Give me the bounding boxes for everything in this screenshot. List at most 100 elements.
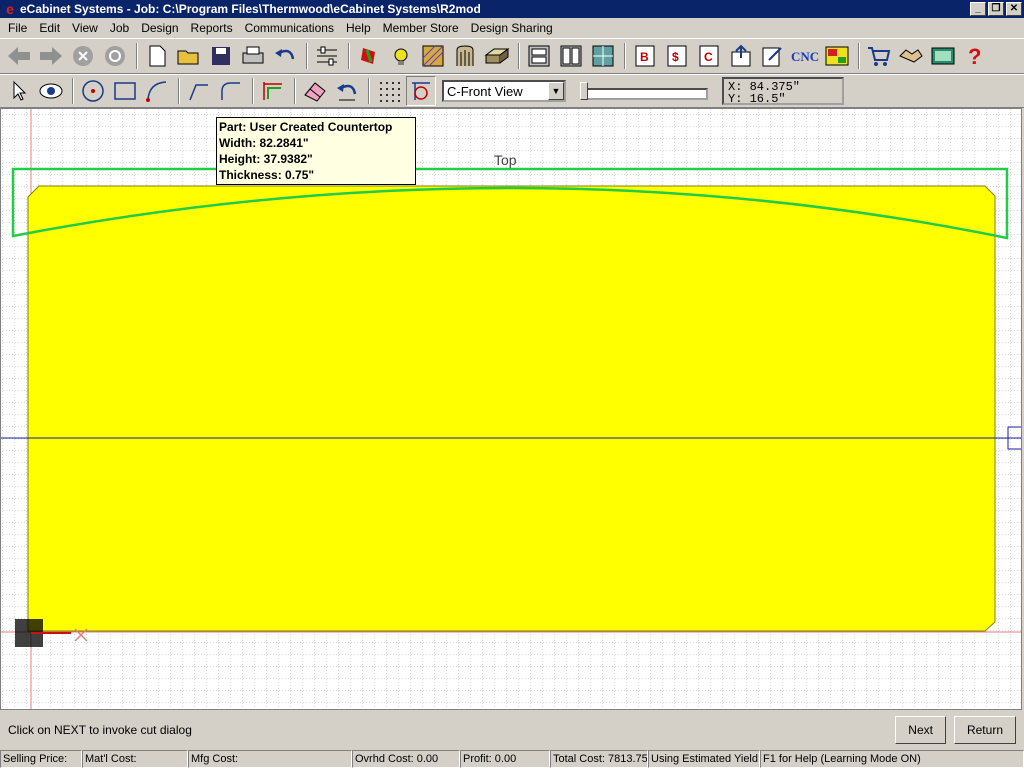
menu-bar: File Edit View Job Design Reports Commun… [0,18,1024,38]
forward-arrow-icon[interactable] [36,41,66,71]
status-help: F1 for Help (Learning Mode ON) [760,750,1024,768]
molding-icon[interactable] [450,41,480,71]
report-edit-icon[interactable] [758,41,788,71]
toolbar-separator [178,78,180,104]
chevron-down-icon[interactable]: ▼ [548,82,564,100]
status-total-cost: Total Cost: 7813.75 [550,750,648,768]
toolbar-separator [252,78,254,104]
status-yield: Using Estimated Yield [648,750,760,768]
eraser-icon[interactable] [300,76,330,106]
open-folder-icon[interactable] [174,41,204,71]
slider-thumb[interactable] [580,82,588,100]
layout-icon[interactable] [588,41,618,71]
menu-edit[interactable]: Edit [33,18,66,38]
toolbar-separator [348,43,350,69]
menu-communications[interactable]: Communications [239,18,340,38]
drawing-canvas[interactable] [0,108,1022,710]
material-icon[interactable] [354,41,384,71]
toolbar-separator [72,78,74,104]
menu-job[interactable]: Job [104,18,135,38]
title-bar: e eCabinet Systems - Job: C:\Program Fil… [0,0,1024,18]
status-ovrhd-cost: Ovrhd Cost: 0.00 [352,750,460,768]
nesting-icon[interactable] [822,41,852,71]
restore-button[interactable]: ❐ [988,2,1004,16]
tooltip-part: Part: User Created Countertop [219,120,393,134]
cabinet-icon[interactable] [524,41,554,71]
back-arrow-icon[interactable] [4,41,34,71]
rectangle-tool-icon[interactable] [110,76,140,106]
select-pointer-icon[interactable] [4,76,34,106]
handshake-icon[interactable] [896,41,926,71]
zoom-slider[interactable] [578,80,712,102]
toolbar-separator [294,78,296,104]
arc-tool-icon[interactable] [142,76,172,106]
status-matl-cost: Mat'l Cost: [82,750,188,768]
countertop-icon[interactable] [482,41,512,71]
top-edge-label: Top [494,152,517,168]
menu-reports[interactable]: Reports [185,18,239,38]
grid-icon[interactable] [374,76,404,106]
lighting-icon[interactable] [386,41,416,71]
status-profit: Profit: 0.00 [460,750,550,768]
toolbar-separator [368,78,370,104]
main-toolbar: B $ C CNC ? [0,38,1024,74]
svg-text:C: C [704,50,713,64]
hint-text: Click on NEXT to invoke cut dialog [8,723,192,737]
menu-view[interactable]: View [66,18,104,38]
dimension-tool-icon[interactable] [258,76,288,106]
texture-icon[interactable] [418,41,448,71]
menu-design[interactable]: Design [135,18,184,38]
properties-icon[interactable] [312,41,342,71]
toolbar-separator [624,43,626,69]
coord-y: Y: 16.5" [728,92,786,106]
canvas-drawing [1,109,1021,709]
svg-text:CNC: CNC [791,49,819,64]
close-button[interactable]: ✕ [1006,2,1022,16]
line-tool-icon[interactable] [184,76,214,106]
menu-member-store[interactable]: Member Store [377,18,465,38]
menu-file[interactable]: File [2,18,33,38]
bill-of-materials-icon[interactable]: B [630,41,660,71]
shopping-cart-icon[interactable] [864,41,894,71]
menu-design-sharing[interactable]: Design Sharing [465,18,559,38]
upload-icon[interactable] [726,41,756,71]
action-panel: Click on NEXT to invoke cut dialog Next … [0,710,1024,750]
eye-icon[interactable] [36,76,66,106]
help-icon[interactable]: ? [960,41,990,71]
status-selling-price: Selling Price: [0,750,82,768]
svg-text:B: B [640,50,649,64]
stop-icon[interactable] [68,41,98,71]
circle-tool-icon[interactable] [78,76,108,106]
cabinet-double-icon[interactable] [556,41,586,71]
return-button[interactable]: Return [953,716,1016,744]
view-select[interactable]: C-Front View ▼ [442,80,566,102]
slider-track [582,88,708,100]
render-icon[interactable] [928,41,958,71]
part-info-tooltip: Part: User Created Countertop Width: 82.… [216,117,416,185]
countertop-part[interactable] [27,185,996,632]
snap-icon[interactable] [406,76,436,106]
save-icon[interactable] [206,41,236,71]
view-select-value: C-Front View [447,83,523,99]
menu-help[interactable]: Help [340,18,377,38]
toolbar-separator [518,43,520,69]
drawing-toolbar: C-Front View ▼ X: 84.375" Y: 16.5" [0,74,1024,108]
undo-drawing-icon[interactable] [332,76,362,106]
cnc-icon[interactable]: CNC [790,41,820,71]
window-title: eCabinet Systems - Job: C:\Program Files… [20,2,481,16]
toolbar-separator [858,43,860,69]
next-button[interactable]: Next [895,716,946,744]
fillet-tool-icon[interactable] [216,76,246,106]
toolbar-separator [136,43,138,69]
tooltip-height: Height: 37.9382" [219,152,313,166]
new-file-icon[interactable] [142,41,172,71]
app-icon: e [6,1,14,17]
status-mfg-cost: Mfg Cost: [188,750,352,768]
refresh-icon[interactable] [100,41,130,71]
coordinate-readout: X: 84.375" Y: 16.5" [722,77,844,105]
minimize-button[interactable]: _ [970,2,986,16]
pricing-icon[interactable]: $ [662,41,692,71]
print-icon[interactable] [238,41,268,71]
cutlist-icon[interactable]: C [694,41,724,71]
undo-icon[interactable] [270,41,300,71]
